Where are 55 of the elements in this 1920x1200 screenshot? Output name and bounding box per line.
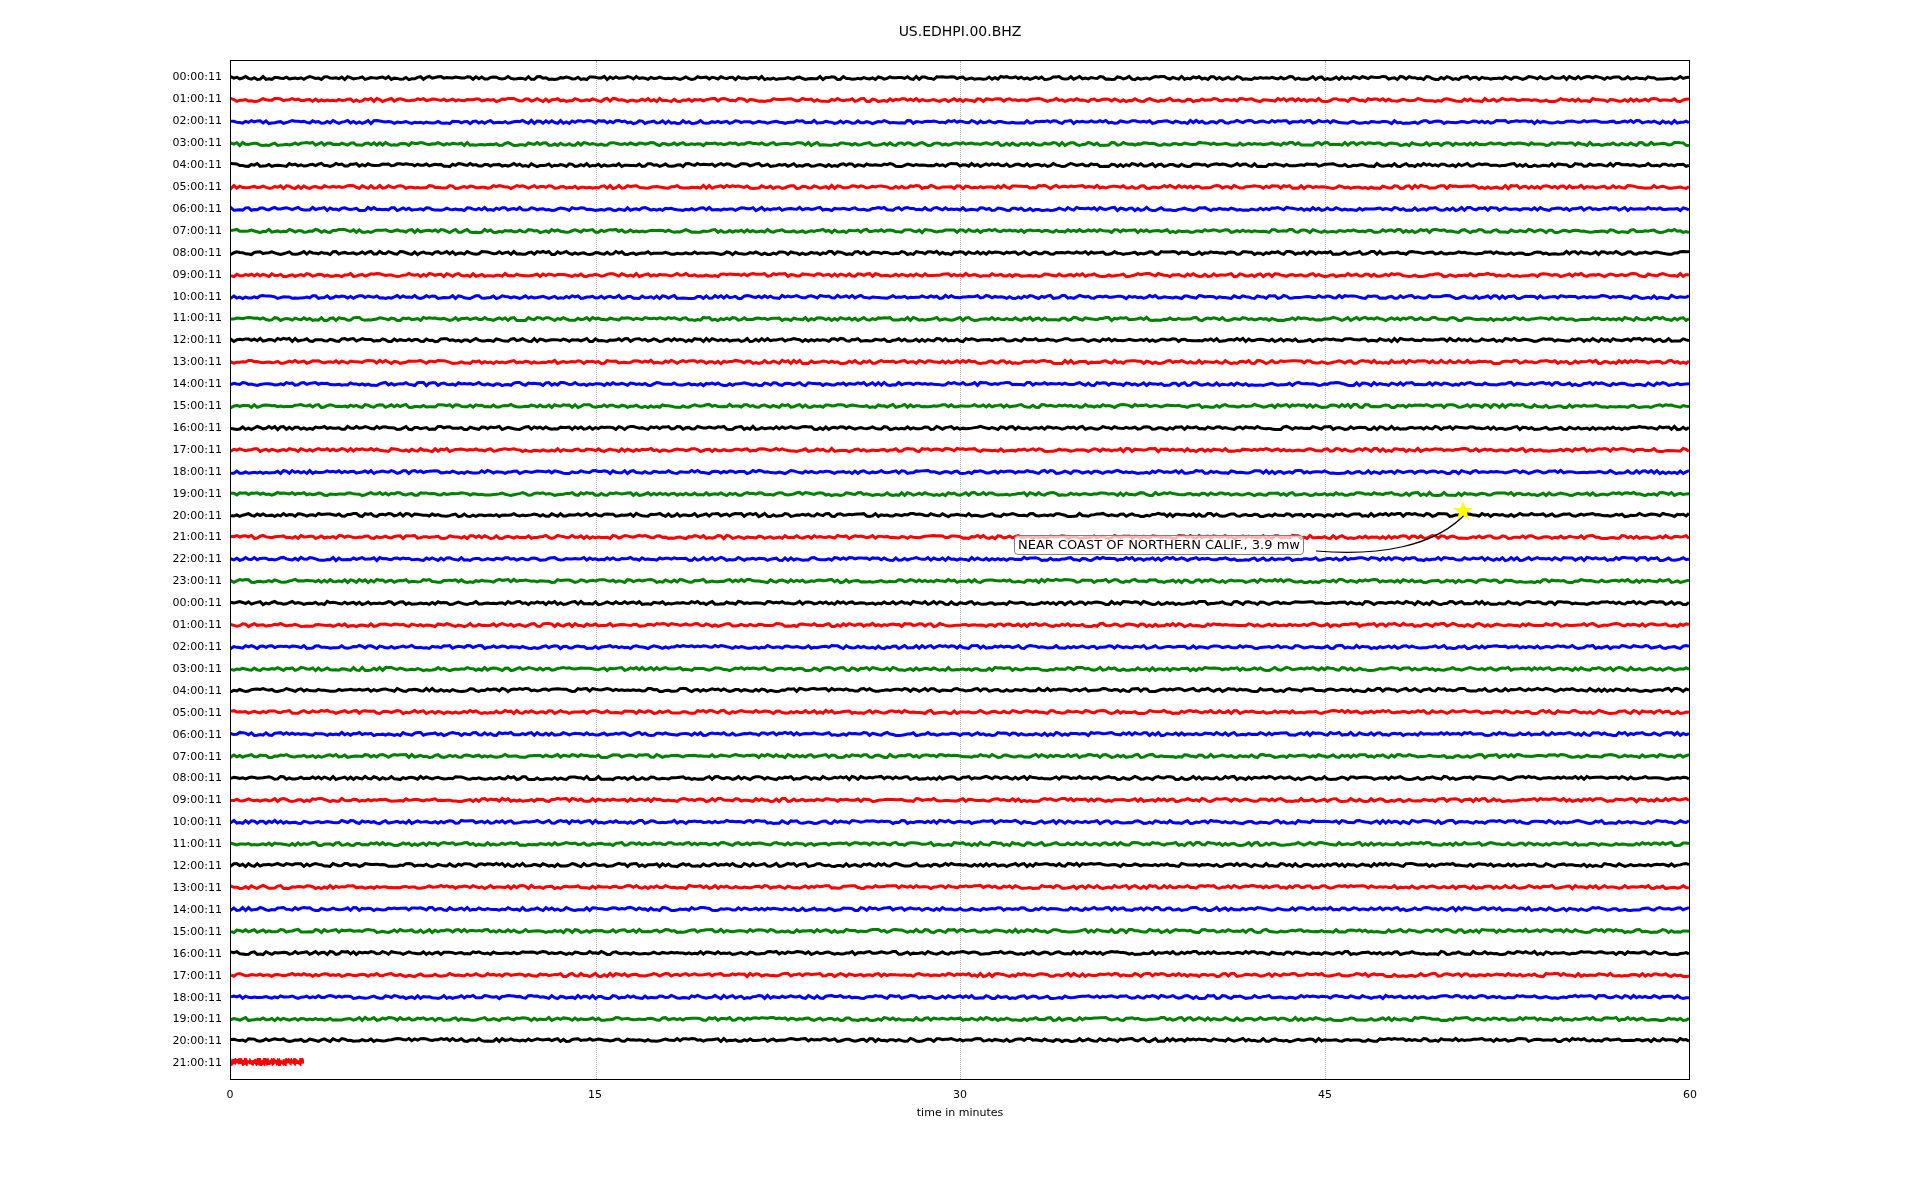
x-axis-title: time in minutes (916, 1106, 1004, 1119)
y-axis-label: 20:00:11 (172, 1034, 223, 1048)
y-axis-label: 03:00:11 (172, 136, 223, 150)
x-axis-label: 15 (588, 1088, 602, 1101)
y-axis-label: 09:00:11 (172, 267, 223, 281)
y-axis-label: 04:00:11 (172, 683, 223, 697)
y-axis-label: 14:00:11 (172, 377, 223, 391)
y-axis-label: 06:00:11 (172, 727, 223, 741)
y-axis-label: 18:00:11 (172, 990, 223, 1004)
y-axis-label: 07:00:11 (172, 223, 223, 237)
y-axis-label: 11:00:11 (172, 837, 223, 851)
y-axis-label: 17:00:11 (172, 442, 223, 456)
y-axis-label: 15:00:11 (172, 924, 223, 938)
y-axis-label: 19:00:11 (172, 1012, 223, 1026)
y-axis-label: 02:00:11 (172, 114, 223, 128)
chart-title: US.EDHPI.00.BHZ (898, 22, 1022, 40)
y-axis-label: 12:00:11 (172, 859, 223, 873)
annotation-label: NEAR COAST OF NORTHERN CALIF., 3.9 mw (1014, 535, 1304, 555)
y-axis-label: 13:00:11 (172, 881, 223, 894)
y-axis-label: 05:00:11 (172, 705, 223, 719)
x-axis-label: 60 (1683, 1088, 1697, 1101)
y-axis-label: 06:00:11 (172, 201, 223, 215)
x-axis-label: 0 (226, 1088, 234, 1101)
y-axis-label: 15:00:11 (172, 399, 223, 413)
y-axis-label: 03:00:11 (172, 661, 223, 675)
y-axis-label: 01:00:11 (172, 618, 223, 632)
y-axis-label: 12:00:11 (172, 333, 223, 347)
y-axis-label: 23:00:11 (172, 574, 223, 588)
y-axis-label: 02:00:11 (172, 640, 223, 653)
y-axis-label: 08:00:11 (172, 245, 223, 259)
y-axis-label: 17:00:11 (172, 968, 223, 982)
y-axis-label: 01:00:11 (172, 92, 223, 106)
y-axis-label: 16:00:11 (172, 420, 223, 434)
y-axis-label: 21:00:11 (172, 1056, 223, 1070)
y-axis-label: 18:00:11 (172, 464, 223, 478)
x-axis-label: 30 (953, 1088, 967, 1101)
star-icon (1453, 501, 1473, 521)
y-axis-label: 10:00:11 (172, 815, 223, 829)
y-axis-label: 08:00:11 (172, 771, 223, 785)
y-axis-label: 14:00:11 (172, 902, 223, 916)
y-axis-label: 07:00:11 (172, 749, 223, 763)
y-axis-label: 04:00:11 (172, 158, 223, 172)
x-axis-label: 45 (1318, 1088, 1332, 1101)
y-axis-label: 10:00:11 (172, 289, 223, 303)
y-axis-label: 16:00:11 (172, 946, 223, 960)
y-axis-label: 22:00:11 (172, 552, 223, 566)
y-axis-label: 00:00:11 (172, 70, 223, 84)
y-axis-label: 09:00:11 (172, 793, 223, 807)
y-axis-label: 05:00:11 (172, 180, 223, 193)
y-axis-label: 00:00:11 (172, 596, 223, 610)
y-axis-label: 20:00:11 (172, 508, 223, 522)
y-axis-label: 21:00:11 (172, 530, 223, 544)
y-axis-label: 13:00:11 (172, 355, 223, 369)
y-axis-label: 11:00:11 (172, 311, 223, 325)
y-axis-label: 19:00:11 (172, 486, 223, 500)
